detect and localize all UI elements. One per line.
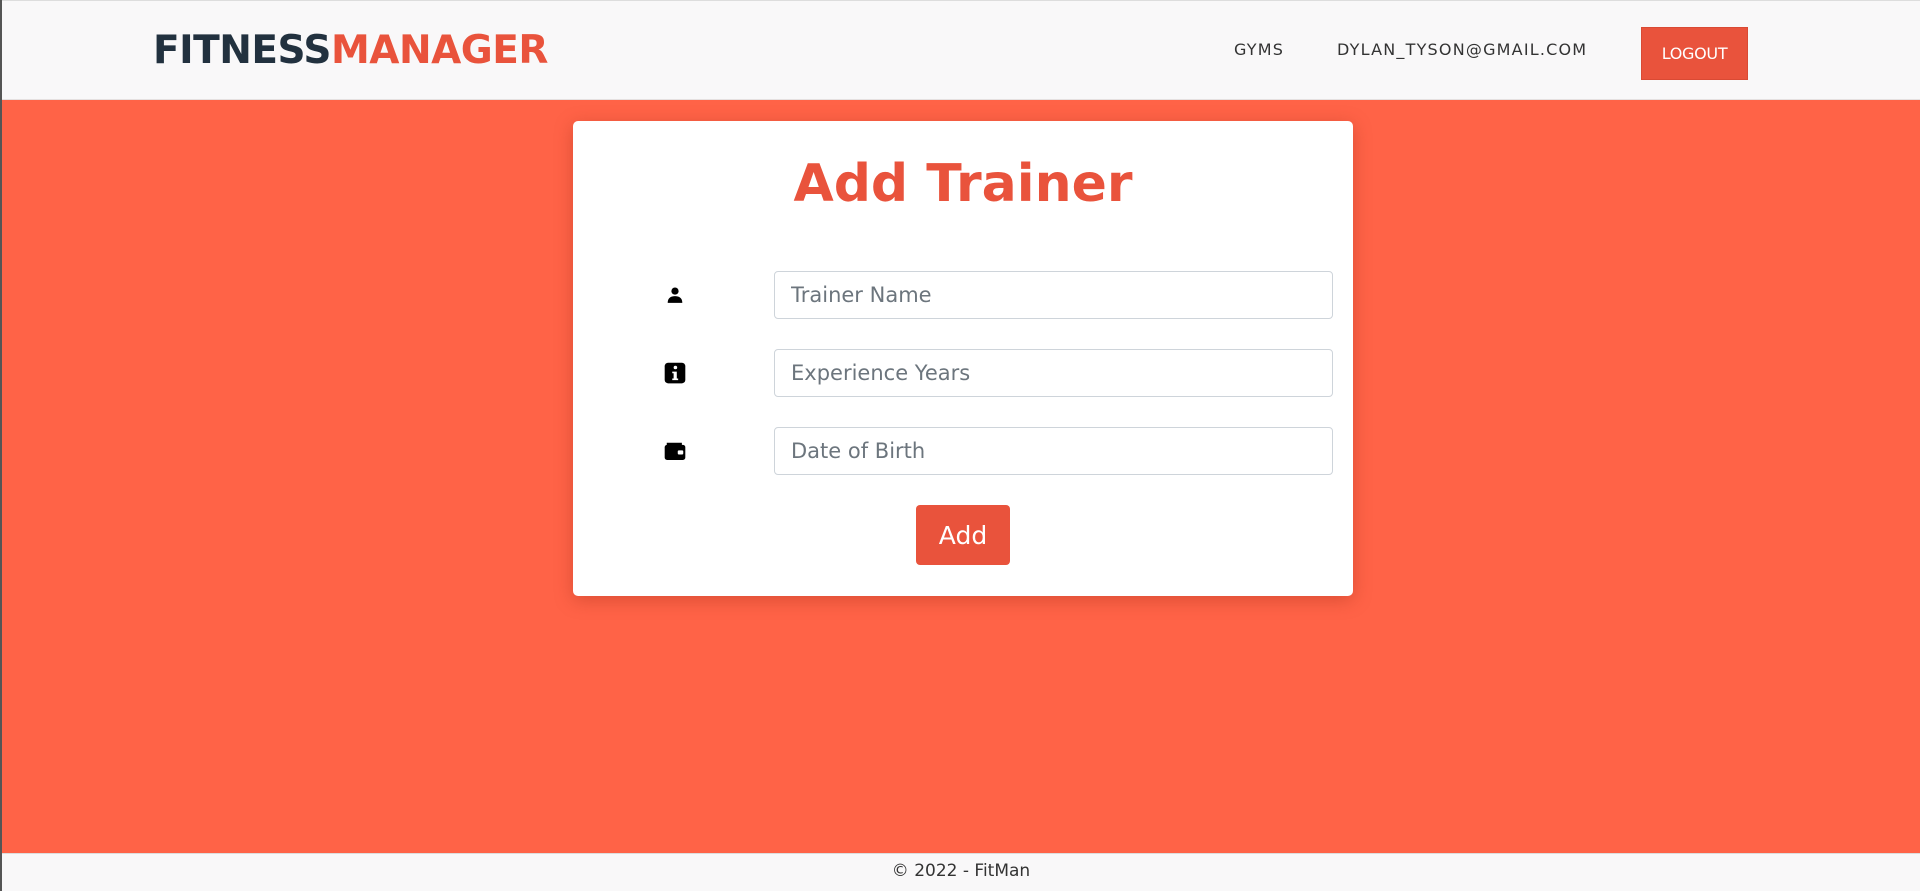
date-of-birth-input[interactable] bbox=[774, 427, 1333, 475]
add-button[interactable]: Add bbox=[916, 505, 1010, 565]
experience-years-input[interactable] bbox=[774, 349, 1333, 397]
info-icon bbox=[663, 361, 687, 385]
nav-user-email[interactable]: DYLAN_TYSON@GMAIL.COM bbox=[1337, 40, 1587, 59]
page-title: Add Trainer bbox=[793, 154, 1133, 214]
logout-button[interactable]: LOGOUT bbox=[1641, 27, 1748, 80]
footer: © 2022 - FitMan bbox=[2, 853, 1920, 891]
top-navbar: FITNESSMANAGER GYMS DYLAN_TYSON@GMAIL.CO… bbox=[2, 0, 1920, 100]
date-of-birth-row bbox=[663, 427, 1333, 475]
trainer-name-input[interactable] bbox=[774, 271, 1333, 319]
brand-text-manager: MANAGER bbox=[330, 28, 549, 73]
nav-link-gyms[interactable]: GYMS bbox=[1234, 40, 1284, 59]
user-icon bbox=[663, 283, 687, 307]
footer-copyright: © 2022 - FitMan bbox=[891, 861, 1031, 881]
wallet-icon bbox=[663, 439, 687, 463]
brand-text-fitness: FITNESS bbox=[153, 28, 331, 73]
experience-years-row bbox=[663, 349, 1333, 397]
brand-logo[interactable]: FITNESSMANAGER bbox=[153, 26, 548, 76]
add-trainer-card: Add Trainer Add bbox=[573, 121, 1353, 596]
trainer-name-row bbox=[663, 271, 1333, 319]
